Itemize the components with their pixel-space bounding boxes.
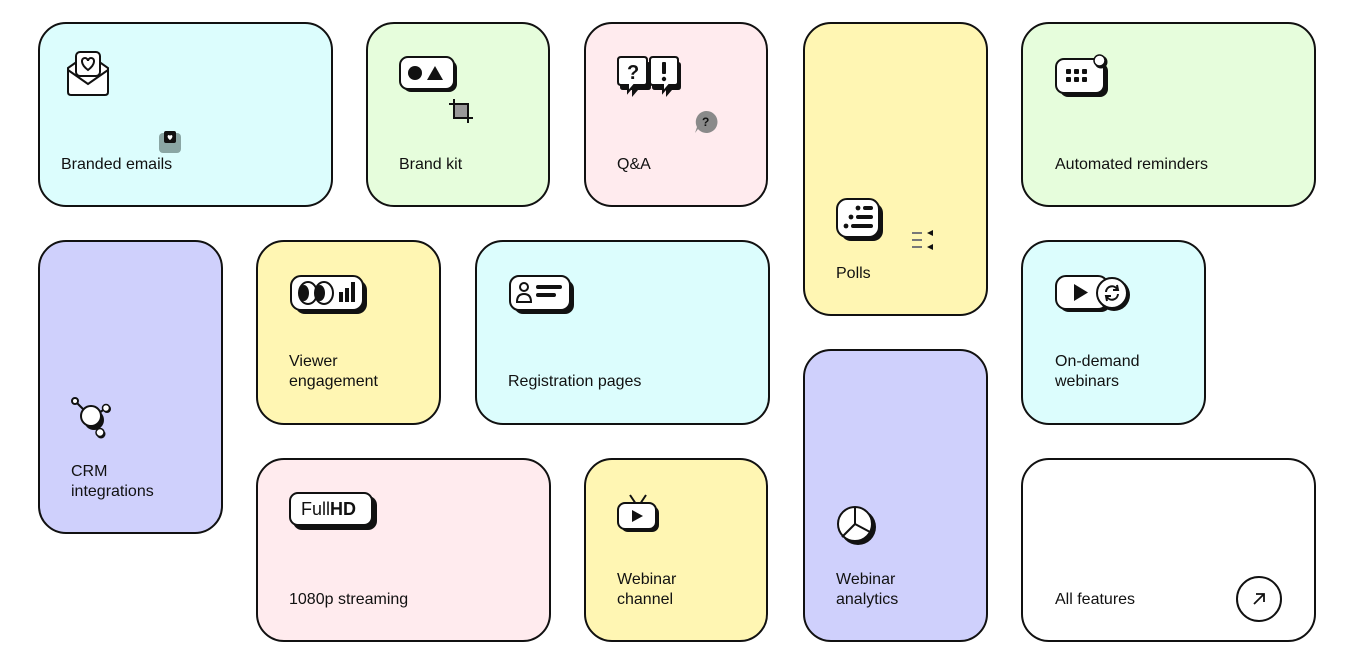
help-bubble-icon: ?	[695, 110, 718, 133]
arrow-up-right-icon	[1253, 593, 1265, 605]
feature-label: Polls	[836, 265, 871, 282]
card-crm-integrations[interactable]: CRM integrations	[38, 240, 223, 534]
card-automated-reminders[interactable]: Automated reminders	[1021, 22, 1316, 207]
mini-envelope-icon	[159, 131, 181, 153]
card-qa[interactable]: ? ? Q&A	[584, 22, 768, 207]
feature-label: Brand kit	[399, 156, 463, 173]
question-exclamation-bubbles-icon: ?	[617, 56, 681, 97]
all-features-label: All features	[1055, 591, 1136, 608]
poll-list-icon	[836, 198, 883, 241]
card-branded-emails[interactable]: Branded emails	[38, 22, 333, 207]
list-select-icon	[912, 230, 933, 250]
card-1080p-streaming[interactable]: FullHD 1080p streaming	[256, 458, 551, 642]
feature-label: Registration pages	[508, 373, 642, 390]
card-all-features[interactable]: All features	[1021, 458, 1316, 642]
tv-play-icon	[617, 494, 659, 532]
svg-text:?: ?	[627, 62, 639, 84]
card-brand-kit[interactable]: Brand kit	[366, 22, 550, 207]
fullhd-icon: FullHD	[289, 492, 379, 532]
feature-label: On-demand webinars	[1055, 353, 1140, 390]
feature-label: Webinar channel	[617, 571, 677, 608]
feature-label: Branded emails	[61, 156, 173, 173]
keypad-reminder-icon	[1055, 54, 1108, 97]
card-viewer-engagement[interactable]: Viewer engagement	[256, 240, 441, 425]
card-webinar-channel[interactable]: Webinar channel	[584, 458, 768, 642]
feature-label: Q&A	[617, 156, 651, 173]
all-features-button[interactable]	[1236, 576, 1282, 622]
card-polls[interactable]: Polls	[803, 22, 988, 316]
play-replay-icon	[1055, 275, 1130, 312]
feature-label: Webinar analytics	[836, 571, 899, 608]
envelope-heart-icon	[67, 51, 109, 96]
feature-label: Automated reminders	[1055, 156, 1208, 173]
fullhd-light-text: Full	[301, 499, 331, 519]
card-on-demand-webinars[interactable]: On-demand webinars	[1021, 240, 1206, 425]
fullhd-bold-text: HD	[330, 499, 357, 519]
feature-label: 1080p streaming	[289, 591, 409, 608]
molecule-icon	[71, 397, 111, 439]
feature-label: Viewer engagement	[289, 353, 378, 390]
crop-icon	[449, 99, 473, 123]
card-webinar-analytics[interactable]: Webinar analytics	[803, 349, 988, 642]
eyes-chart-icon	[290, 275, 367, 314]
pie-chart-icon	[837, 506, 876, 545]
shapes-icon	[399, 56, 457, 92]
feature-label: CRM integrations	[71, 463, 154, 500]
user-card-icon	[509, 275, 574, 314]
svg-text:?: ?	[702, 115, 709, 129]
card-registration-pages[interactable]: Registration pages	[475, 240, 770, 425]
